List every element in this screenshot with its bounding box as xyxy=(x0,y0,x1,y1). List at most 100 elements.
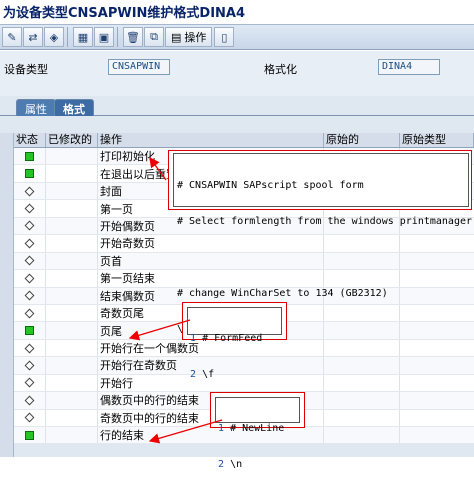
display-change-icon[interactable]: ✎ xyxy=(2,27,22,47)
original-type-cell xyxy=(400,427,474,443)
inactive-diamond-icon xyxy=(24,412,35,423)
device-type-label: 设备类型 xyxy=(4,63,48,76)
modified-cell xyxy=(46,182,98,200)
modified-cell xyxy=(46,427,98,444)
code-line: # CNSAPWIN SAPscript spool form xyxy=(177,180,364,191)
col-action[interactable]: 操作 xyxy=(98,133,324,147)
line-number: 1 xyxy=(218,423,225,434)
modified-cell xyxy=(46,392,98,409)
status-cell xyxy=(14,165,46,182)
line-number: 2 xyxy=(218,459,225,470)
status-cell xyxy=(14,252,46,270)
original-cell xyxy=(324,392,400,409)
inactive-diamond-icon xyxy=(24,308,35,319)
original-cell xyxy=(324,427,400,444)
modified-cell xyxy=(46,252,98,270)
formfeed-popup: 1 # FormFeed 2 \f xyxy=(182,302,287,380)
inactive-diamond-icon xyxy=(24,255,35,266)
format-field[interactable]: DINA4 xyxy=(378,59,440,75)
inactive-diamond-icon xyxy=(24,273,35,284)
green-status-icon xyxy=(25,430,34,440)
modified-cell xyxy=(46,165,98,182)
status-cell xyxy=(14,200,46,217)
code-line: # Select formlength from the windows pri… xyxy=(177,216,474,227)
init-code-box: # CNSAPWIN SAPscript spool form # Select… xyxy=(173,153,474,335)
inactive-diamond-icon xyxy=(24,360,35,371)
modified-cell xyxy=(46,287,98,304)
tabstrip: 属性 格式 xyxy=(0,96,474,116)
newline-box: 1 # NewLine 2 \n xyxy=(215,397,300,470)
formfeed-box: 1 # FormFeed 2 \f xyxy=(187,307,282,380)
header-area: 设备类型 CNSAPWIN 格式化 DINA4 xyxy=(0,51,474,96)
newline-popup: 1 # NewLine 2 \n xyxy=(210,392,305,470)
status-cell xyxy=(14,409,46,426)
operate-button[interactable]: ▤ 操作 xyxy=(165,27,213,47)
other-object-icon[interactable]: ⇄ xyxy=(23,27,43,47)
original-type-cell xyxy=(400,410,474,426)
status-cell xyxy=(14,217,46,235)
inactive-diamond-icon xyxy=(24,221,35,231)
init-code-popup: # CNSAPWIN SAPscript spool form # Select… xyxy=(168,150,474,335)
col-modified[interactable]: 已修改的 xyxy=(46,133,98,147)
modified-cell xyxy=(46,322,98,339)
status-cell xyxy=(14,339,46,357)
status-cell xyxy=(14,304,46,322)
application-toolbar: ✎ ⇄ ◈ ▦ ▣ 🗑 ⧉ ▤ 操作 ▯ xyxy=(0,24,474,50)
modified-cell xyxy=(46,200,98,217)
inactive-diamond-icon xyxy=(24,203,35,214)
status-cell xyxy=(14,357,46,374)
status-cell xyxy=(14,148,46,165)
inactive-diamond-icon xyxy=(24,377,35,388)
modified-cell xyxy=(46,270,98,287)
status-cell xyxy=(14,235,46,252)
row-selector-column[interactable] xyxy=(0,133,14,457)
table-header: 状态 已修改的 操作 原始的 原始类型 xyxy=(14,133,474,148)
select-all-icon[interactable]: ▦ xyxy=(73,27,93,47)
modified-cell xyxy=(46,217,98,235)
original-cell xyxy=(324,374,400,392)
inactive-diamond-icon xyxy=(24,238,35,249)
format-label: 格式化 xyxy=(264,63,297,76)
document-icon[interactable]: ▯ xyxy=(214,27,235,47)
status-cell xyxy=(14,182,46,200)
device-type-field[interactable]: CNSAPWIN xyxy=(108,59,170,75)
status-cell xyxy=(14,392,46,409)
code-line: \f xyxy=(202,369,215,380)
line-number: 1 xyxy=(190,333,197,344)
status-cell xyxy=(14,374,46,392)
inactive-diamond-icon xyxy=(24,290,35,301)
operate-icon: ▤ xyxy=(171,30,182,44)
original-type-cell xyxy=(400,392,474,408)
deselect-icon[interactable]: ▣ xyxy=(94,27,114,47)
line-number: 2 xyxy=(190,369,197,380)
copy-icon[interactable]: ⧉ xyxy=(144,27,164,47)
code-line: # NewLine xyxy=(230,423,285,434)
status-cell xyxy=(14,270,46,287)
code-line: # change WinCharSet to 134 (GB2312) xyxy=(177,288,388,299)
tab-attributes[interactable]: 属性 xyxy=(16,99,56,116)
green-status-icon xyxy=(25,169,34,179)
col-original[interactable]: 原始的 xyxy=(324,133,400,147)
delete-icon[interactable]: 🗑 xyxy=(123,27,143,47)
inactive-diamond-icon xyxy=(24,343,35,353)
status-cell xyxy=(14,427,46,444)
green-status-icon xyxy=(25,326,34,336)
col-status[interactable]: 状态 xyxy=(14,133,46,147)
modified-cell xyxy=(46,357,98,374)
status-cell xyxy=(14,287,46,304)
modified-cell xyxy=(46,304,98,322)
modified-cell xyxy=(46,339,98,357)
original-cell xyxy=(324,409,400,426)
status-cell xyxy=(14,322,46,339)
toolbar-separator xyxy=(67,27,71,47)
code-line: \n xyxy=(230,459,243,470)
col-original-type[interactable]: 原始类型 xyxy=(400,133,474,147)
modified-cell xyxy=(46,148,98,165)
operate-label: 操作 xyxy=(184,31,207,44)
code-line: # FormFeed xyxy=(202,333,263,344)
window-title: 为设备类型CNSAPWIN维护格式DINA4 xyxy=(0,0,474,22)
modified-cell xyxy=(46,374,98,392)
activate-icon[interactable]: ◈ xyxy=(44,27,64,47)
tab-format[interactable]: 格式 xyxy=(54,99,94,116)
